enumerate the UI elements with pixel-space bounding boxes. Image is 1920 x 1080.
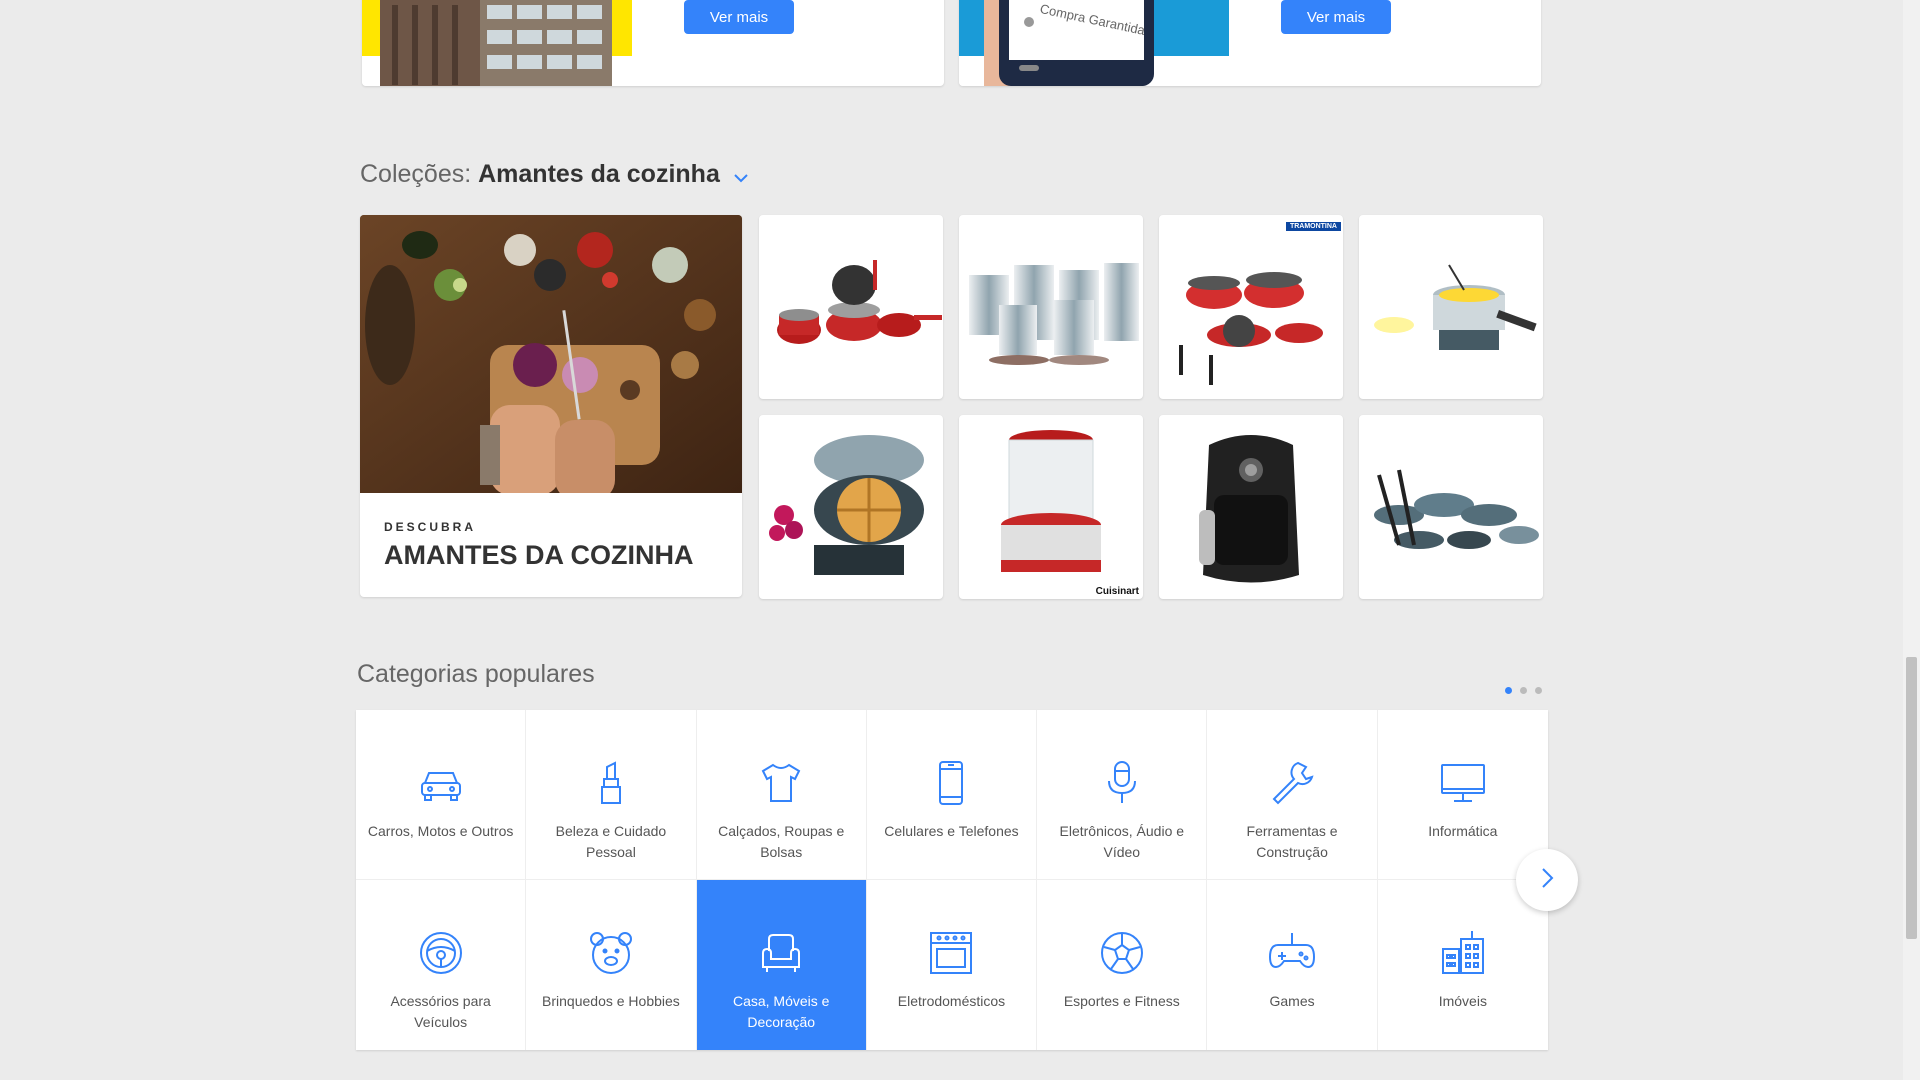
tshirt-icon [753, 755, 809, 811]
chevron-down-icon[interactable] [733, 161, 749, 190]
ver-mais-button[interactable]: Ver mais [684, 0, 794, 34]
collections-title[interactable]: Coleções: Amantes da cozinha [360, 160, 749, 190]
category-ferramentas[interactable]: Ferramentas e Construção [1207, 710, 1378, 880]
phone-promo-image: Compra Garantida [959, 0, 1229, 86]
collection-name: Amantes da cozinha [478, 160, 720, 188]
steering-wheel-icon [413, 925, 469, 981]
category-label: Celulares e Telefones [884, 823, 1019, 839]
category-imoveis[interactable]: Imóveis [1378, 880, 1548, 1050]
pagination-dot[interactable] [1520, 687, 1527, 694]
soccer-ball-icon [1094, 925, 1150, 981]
collections-prefix: Coleções: [360, 160, 472, 188]
armchair-icon [753, 925, 809, 981]
category-label: Calçados, Roupas e Bolsas [718, 823, 845, 860]
carousel-next-button[interactable] [1516, 849, 1578, 911]
chevron-right-icon [1539, 866, 1555, 895]
category-label: Games [1269, 993, 1315, 1009]
category-esportes[interactable]: Esportes e Fitness [1037, 880, 1208, 1050]
kitchen-hero-image [360, 215, 742, 500]
category-informatica[interactable]: Informática [1377, 710, 1548, 880]
category-label: Eletrônicos, Áudio e Vídeo [1059, 823, 1185, 860]
category-celulares[interactable]: Celulares e Telefones [866, 710, 1038, 880]
category-eletronicos[interactable]: Eletrônicos, Áudio e Vídeo [1037, 710, 1208, 880]
collection-hero-card[interactable]: DESCUBRA AMANTES DA COZINHA [360, 215, 742, 597]
car-icon [413, 755, 469, 811]
category-label: Carros, Motos e Outros [367, 823, 514, 839]
pagination-dot[interactable] [1505, 687, 1512, 694]
microphone-icon [1094, 755, 1150, 811]
category-label: Beleza e Cuidado Pessoal [555, 823, 667, 860]
product-tile-air-fryer[interactable] [1159, 415, 1343, 599]
product-tile-grey-cookware-set[interactable] [1359, 415, 1543, 599]
category-label: Eletrodomésticos [897, 993, 1006, 1009]
category-label: Informática [1428, 823, 1498, 839]
hero-title: AMANTES DA COZINHA [384, 540, 694, 570]
category-label: Casa, Móveis e Decoração [732, 993, 830, 1030]
ver-mais-button[interactable]: Ver mais [1281, 0, 1391, 34]
bear-icon [583, 925, 639, 981]
category-acessorios-veiculos[interactable]: Acessórios para Veículos [356, 880, 527, 1050]
category-games[interactable]: Games [1207, 880, 1378, 1050]
hero-eyebrow: DESCUBRA [384, 520, 477, 534]
category-casa-moveis[interactable]: Casa, Móveis e Decoração [696, 880, 867, 1050]
brand-tag-cuisinart: Cuisinart [1095, 586, 1139, 597]
gamepad-icon [1264, 925, 1320, 981]
popular-categories-title: Categorias populares [357, 660, 595, 688]
product-tile-waffle-maker[interactable] [759, 415, 943, 599]
brand-tag-tramontina: TRAMONTINA [1285, 222, 1341, 231]
category-label: Brinquedos e Hobbies [542, 993, 680, 1009]
product-tile-steel-canisters[interactable] [959, 215, 1143, 399]
phone-icon [923, 755, 979, 811]
promo-card-compra-garantida[interactable]: Compra Garantida Ver mais [959, 0, 1541, 86]
category-label: Imóveis [1438, 993, 1487, 1009]
lipstick-icon [583, 755, 639, 811]
category-label: Ferramentas e Construção [1246, 823, 1338, 860]
product-tile-red-pan-set[interactable]: TRAMONTINA [1159, 215, 1343, 399]
wrench-icon [1264, 755, 1320, 811]
pagination-dot[interactable] [1535, 687, 1542, 694]
product-tile-fondue-pot[interactable] [1359, 215, 1543, 399]
category-eletrodomesticos[interactable]: Eletrodomésticos [867, 880, 1038, 1050]
oven-icon [923, 925, 979, 981]
product-tile-popcorn-maker[interactable]: Cuisinart [959, 415, 1143, 599]
carousel-pagination[interactable] [1505, 687, 1542, 694]
product-tile-red-cookware-set[interactable] [759, 215, 943, 399]
category-carros-motos[interactable]: Carros, Motos e Outros [356, 710, 527, 880]
building-promo-image [362, 0, 632, 86]
categories-grid: Carros, Motos e Outros Beleza e Cuidado … [356, 710, 1548, 1050]
category-brinquedos[interactable]: Brinquedos e Hobbies [526, 880, 697, 1050]
promo-card-real-estate[interactable]: Ver mais [362, 0, 944, 86]
scrollbar-thumb[interactable] [1906, 657, 1917, 939]
monitor-icon [1435, 755, 1491, 811]
category-label: Esportes e Fitness [1063, 993, 1180, 1009]
category-label: Acessórios para Veículos [390, 993, 491, 1030]
category-calcados-roupas[interactable]: Calçados, Roupas e Bolsas [696, 710, 867, 880]
buildings-icon [1435, 925, 1491, 981]
category-beleza[interactable]: Beleza e Cuidado Pessoal [526, 710, 697, 880]
page-scrollbar[interactable] [1903, 0, 1920, 1080]
